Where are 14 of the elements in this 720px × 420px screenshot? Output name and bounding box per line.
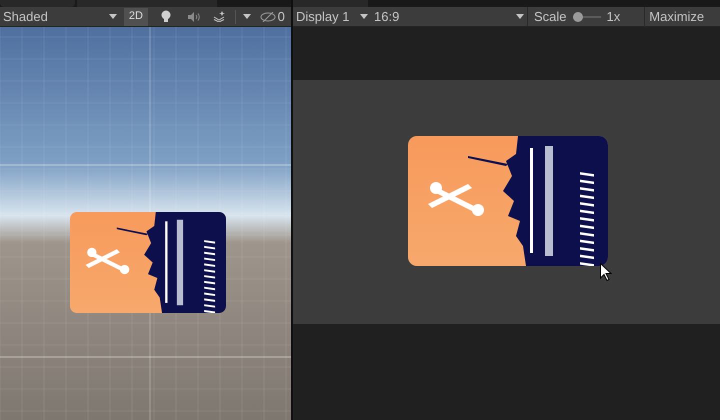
hidden-eye-icon: [260, 12, 276, 22]
cursor-icon: [600, 262, 612, 280]
aspect-dropdown[interactable]: 16:9: [371, 7, 528, 26]
caret-icon: [516, 14, 524, 19]
caret-icon: [108, 14, 117, 19]
scale-reading: 1x: [606, 8, 620, 26]
scale-slider[interactable]: [572, 12, 601, 22]
caret-icon: [360, 14, 368, 19]
2d-toggle[interactable]: 2D: [124, 8, 148, 26]
scale-slider-thumb[interactable]: [572, 12, 583, 22]
display-dropdown[interactable]: Display 1: [293, 7, 371, 26]
caret-icon: [242, 14, 251, 19]
maximize-toggle[interactable]: Maximize: [649, 6, 704, 26]
scale-label: Scale: [534, 8, 567, 26]
